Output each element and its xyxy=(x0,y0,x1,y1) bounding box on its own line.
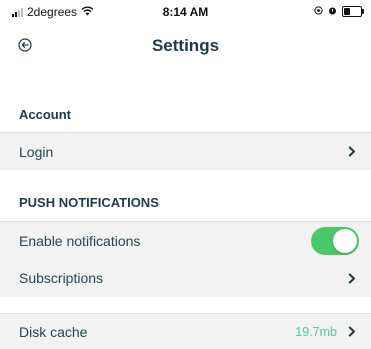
disk-cache-row[interactable]: Disk cache 19.7mb xyxy=(0,313,371,349)
chevron-right-icon xyxy=(345,145,359,159)
enable-notifications-row: Enable notifications xyxy=(0,221,371,259)
subscriptions-label: Subscriptions xyxy=(19,270,104,286)
battery-icon xyxy=(342,5,364,17)
status-right xyxy=(314,4,364,18)
battery-fill xyxy=(344,7,350,15)
enable-notifications-toggle[interactable] xyxy=(311,226,359,255)
subscriptions-accessory xyxy=(345,271,359,285)
location-icon xyxy=(314,4,323,18)
toggle-knob xyxy=(333,228,357,253)
login-row[interactable]: Login xyxy=(0,132,371,170)
login-label: Login xyxy=(19,143,54,160)
disk-cache-accessory: 19.7mb xyxy=(295,325,359,339)
page-title: Settings xyxy=(151,36,220,55)
login-accessory xyxy=(345,145,359,159)
disk-cache-value: 19.7mb xyxy=(295,324,337,339)
alarm-icon xyxy=(328,4,337,18)
section-header-account: Account xyxy=(19,107,71,122)
disk-cache-label: Disk cache xyxy=(19,323,88,340)
chevron-right-icon xyxy=(345,271,359,285)
subscriptions-row[interactable]: Subscriptions xyxy=(0,259,371,297)
section-header-push-notifications: PUSH NOTIFICATIONS xyxy=(19,195,159,210)
enable-notifications-accessory xyxy=(311,226,359,255)
chevron-right-icon xyxy=(345,325,359,339)
enable-notifications-label: Enable notifications xyxy=(19,232,141,249)
nav-bar: Settings xyxy=(0,30,371,64)
status-bar: 2degrees 8:14 AM xyxy=(0,0,371,22)
